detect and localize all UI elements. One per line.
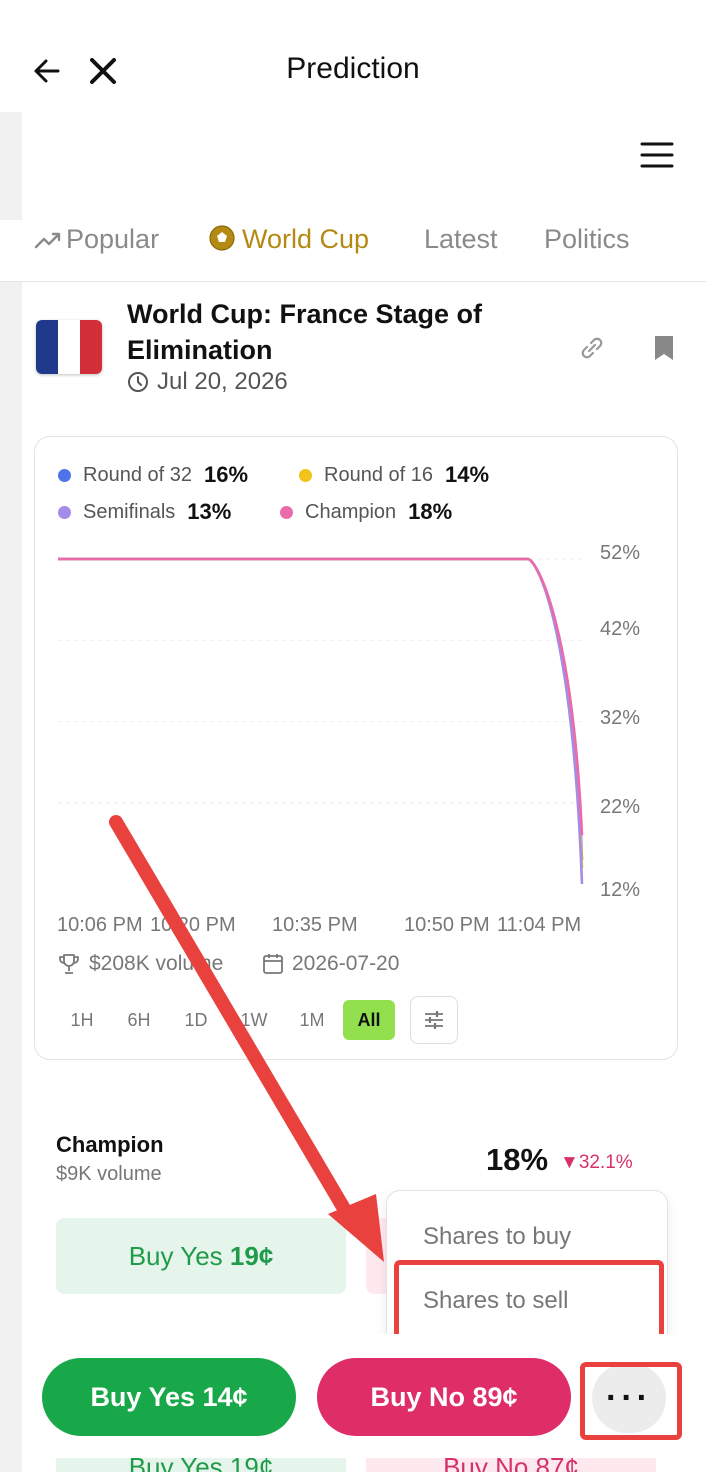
trophy-icon <box>59 954 79 974</box>
x-tick-label: 10:20 PM <box>150 914 236 936</box>
series-line-round-of-32 <box>58 557 584 860</box>
y-tick-label: 22% <box>600 796 641 818</box>
range-1m[interactable]: 1M <box>290 1000 334 1040</box>
buy-yes-button[interactable]: Buy Yes 19¢ <box>56 1218 346 1294</box>
chart-settings-button[interactable] <box>410 996 458 1044</box>
range-6h[interactable]: 6H <box>118 1000 160 1040</box>
outcome-name: Champion <box>56 1132 164 1157</box>
volume-meta: $208K volume <box>57 952 223 976</box>
x-tick-label: 10:35 PM <box>272 914 358 936</box>
sliders-icon <box>425 1011 443 1029</box>
calendar-icon <box>263 954 283 974</box>
outcome-change-text: 32.1% <box>578 1152 633 1173</box>
volume-text: $208K volume <box>89 952 224 975</box>
y-tick-label: 42% <box>600 618 641 640</box>
down-triangle-icon: ▼ <box>560 1152 579 1173</box>
range-1h[interactable]: 1H <box>62 1000 102 1040</box>
outcome-volume: $9K volume <box>56 1163 162 1185</box>
series-line-champion <box>58 557 584 836</box>
x-tick-label: 11:04 PM <box>497 914 582 936</box>
highlight-box-more-button <box>580 1362 682 1440</box>
x-tick-label: 10:50 PM <box>404 914 490 936</box>
buy-yes-label: Buy Yes <box>128 1240 230 1271</box>
bottom-buy-no-button[interactable]: Buy No 89¢ <box>317 1358 571 1436</box>
y-tick-label: 52% <box>600 542 641 564</box>
range-1d[interactable]: 1D <box>176 1000 216 1040</box>
series-line-round-of-16 <box>58 557 584 868</box>
date-text: 2026-07-20 <box>292 952 400 975</box>
bottom-buy-yes-button[interactable]: Buy Yes 14¢ <box>42 1358 296 1436</box>
highlight-box-shares-to-sell <box>394 1260 664 1340</box>
series-line-semifinals <box>58 557 584 885</box>
menu-item-shares-to-buy[interactable]: Shares to buy <box>423 1223 571 1251</box>
y-tick-label: 12% <box>600 879 641 901</box>
outcome-change: ▼32.1% <box>560 1152 633 1174</box>
x-tick-label: 10:06 PM <box>57 914 143 936</box>
y-tick-label: 32% <box>600 707 641 729</box>
date-meta: 2026-07-20 <box>262 952 399 976</box>
buy-yes-price: 19¢ <box>229 1240 274 1271</box>
range-all[interactable]: All <box>343 1000 395 1040</box>
outcome-percent: 18% <box>486 1142 549 1177</box>
range-1w[interactable]: 1W <box>232 1000 276 1040</box>
